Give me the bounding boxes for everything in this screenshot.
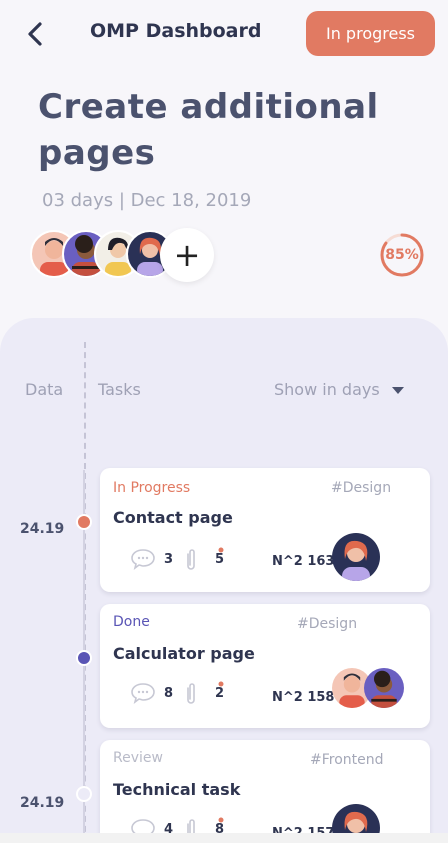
task-tag: #Design: [297, 616, 358, 632]
timeline-dot: [76, 786, 92, 802]
task-meta-row: 8 2: [130, 681, 250, 706]
timeline-dot: [76, 650, 92, 666]
task-code: N^2 158: [272, 690, 335, 705]
timeline-date: 24.19: [20, 521, 65, 537]
comment-count: 8: [164, 686, 174, 701]
task-name: Contact page: [113, 508, 233, 527]
bottom-edge: [0, 833, 448, 843]
task-meta-row: 3 5: [130, 547, 250, 572]
team-avatars: +: [30, 228, 230, 282]
comment-icon: [131, 549, 155, 570]
progress-value: 85%: [385, 247, 419, 263]
chevron-left-icon: [28, 22, 42, 46]
page-title: Create additional pages: [38, 87, 379, 173]
timeline-date: 24.19: [20, 795, 65, 811]
comment-icon: [131, 683, 155, 704]
new-indicator-icon: [218, 681, 224, 687]
show-in-days-dropdown[interactable]: Show in days: [274, 380, 380, 399]
task-name: Technical task: [113, 780, 241, 799]
assignee-avatar[interactable]: [364, 668, 404, 708]
caret-down-icon[interactable]: [392, 387, 404, 394]
header: OMP Dashboard In progress: [0, 0, 448, 66]
column-data: Data: [25, 380, 64, 399]
attachment-count: 2: [215, 686, 225, 701]
task-tag: #Design: [331, 480, 392, 496]
column-tasks: Tasks: [98, 380, 141, 399]
back-button[interactable]: [22, 18, 50, 50]
task-meta: 03 days | Dec 18, 2019: [42, 190, 252, 211]
task-card[interactable]: Done #Design Calculator page 8 2 N^2 158: [100, 604, 430, 728]
add-member-button[interactable]: +: [160, 228, 214, 282]
attachment-count: 5: [215, 552, 225, 567]
progress-ring: 85%: [378, 231, 426, 279]
task-name: Calculator page: [113, 644, 255, 663]
task-status: In Progress: [113, 480, 191, 496]
task-tag: #Frontend: [310, 752, 384, 768]
status-button[interactable]: In progress: [306, 11, 435, 56]
paperclip-icon: [187, 549, 195, 570]
paperclip-icon: [187, 683, 195, 704]
comment-count: 3: [164, 552, 174, 567]
new-indicator-icon: [218, 817, 224, 823]
header-title: OMP Dashboard: [90, 20, 262, 42]
task-code: N^2 163: [272, 554, 335, 569]
task-card[interactable]: In Progress #Design Contact page 3 5 N^2…: [100, 468, 430, 592]
task-status: Done: [113, 614, 150, 630]
assignee-avatar[interactable]: [332, 533, 380, 581]
task-card[interactable]: Review #Frontend Technical task 4 8 N^2 …: [100, 740, 430, 843]
task-status: Review: [113, 750, 163, 766]
timeline-dot: [76, 514, 92, 530]
new-indicator-icon: [218, 547, 224, 553]
